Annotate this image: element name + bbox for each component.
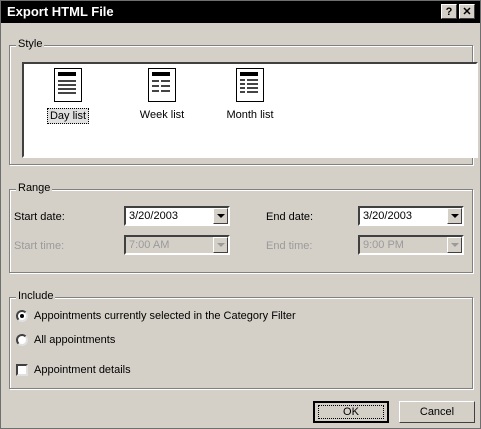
cancel-button[interactable]: Cancel bbox=[399, 401, 475, 423]
radio-all-appointments[interactable] bbox=[16, 334, 28, 346]
end-time-value: 9:00 PM bbox=[363, 239, 404, 251]
close-button[interactable]: ✕ bbox=[459, 4, 475, 19]
appointment-details-checkbox[interactable] bbox=[16, 364, 28, 376]
title-bar[interactable]: Export HTML File ? ✕ bbox=[1, 1, 480, 23]
end-date-label: End date: bbox=[266, 211, 314, 223]
style-option-label: Week list bbox=[139, 109, 185, 121]
style-option-day-list[interactable]: Day list bbox=[38, 68, 98, 124]
end-date-value: 3/20/2003 bbox=[363, 210, 412, 222]
range-group: Range Start date: 3/20/2003 End date: 3/… bbox=[9, 182, 473, 273]
include-group-label: Include bbox=[16, 290, 56, 302]
style-option-label: Day list bbox=[46, 108, 90, 124]
style-group: Style Day list Week list Month list bbox=[9, 38, 478, 165]
ok-button[interactable]: OK bbox=[313, 401, 389, 423]
style-option-week-list[interactable]: Week list bbox=[130, 68, 194, 122]
start-date-combo[interactable]: 3/20/2003 bbox=[124, 206, 230, 226]
chevron-down-icon bbox=[447, 237, 462, 253]
style-option-month-list[interactable]: Month list bbox=[218, 68, 282, 122]
start-time-combo: 7:00 AM bbox=[124, 235, 230, 255]
style-option-label: Month list bbox=[226, 109, 274, 121]
chevron-down-icon[interactable] bbox=[213, 208, 228, 224]
end-time-label: End time: bbox=[266, 240, 313, 252]
chevron-down-icon bbox=[213, 237, 228, 253]
month-list-icon bbox=[236, 68, 264, 102]
cancel-button-label: Cancel bbox=[419, 406, 455, 418]
window-title: Export HTML File bbox=[7, 4, 114, 19]
start-date-label: Start date: bbox=[14, 211, 65, 223]
export-html-dialog: Export HTML File ? ✕ Style Day list Week… bbox=[0, 0, 481, 429]
radio-selected-appointments-label[interactable]: Appointments currently selected in the C… bbox=[34, 310, 296, 322]
end-date-combo[interactable]: 3/20/2003 bbox=[358, 206, 464, 226]
include-group: Include Appointments currently selected … bbox=[9, 290, 473, 389]
start-date-value: 3/20/2003 bbox=[129, 210, 178, 222]
style-list: Day list Week list Month list bbox=[22, 62, 478, 158]
appointment-details-label[interactable]: Appointment details bbox=[34, 364, 131, 376]
help-button[interactable]: ? bbox=[441, 4, 457, 19]
radio-all-appointments-label[interactable]: All appointments bbox=[34, 334, 115, 346]
end-time-combo: 9:00 PM bbox=[358, 235, 464, 255]
start-time-label: Start time: bbox=[14, 240, 65, 252]
day-list-icon bbox=[54, 68, 82, 102]
range-group-label: Range bbox=[16, 182, 53, 194]
style-group-label: Style bbox=[16, 38, 45, 50]
radio-selected-appointments[interactable] bbox=[16, 310, 28, 322]
start-time-value: 7:00 AM bbox=[129, 239, 170, 251]
chevron-down-icon[interactable] bbox=[447, 208, 462, 224]
week-list-icon bbox=[148, 68, 176, 102]
